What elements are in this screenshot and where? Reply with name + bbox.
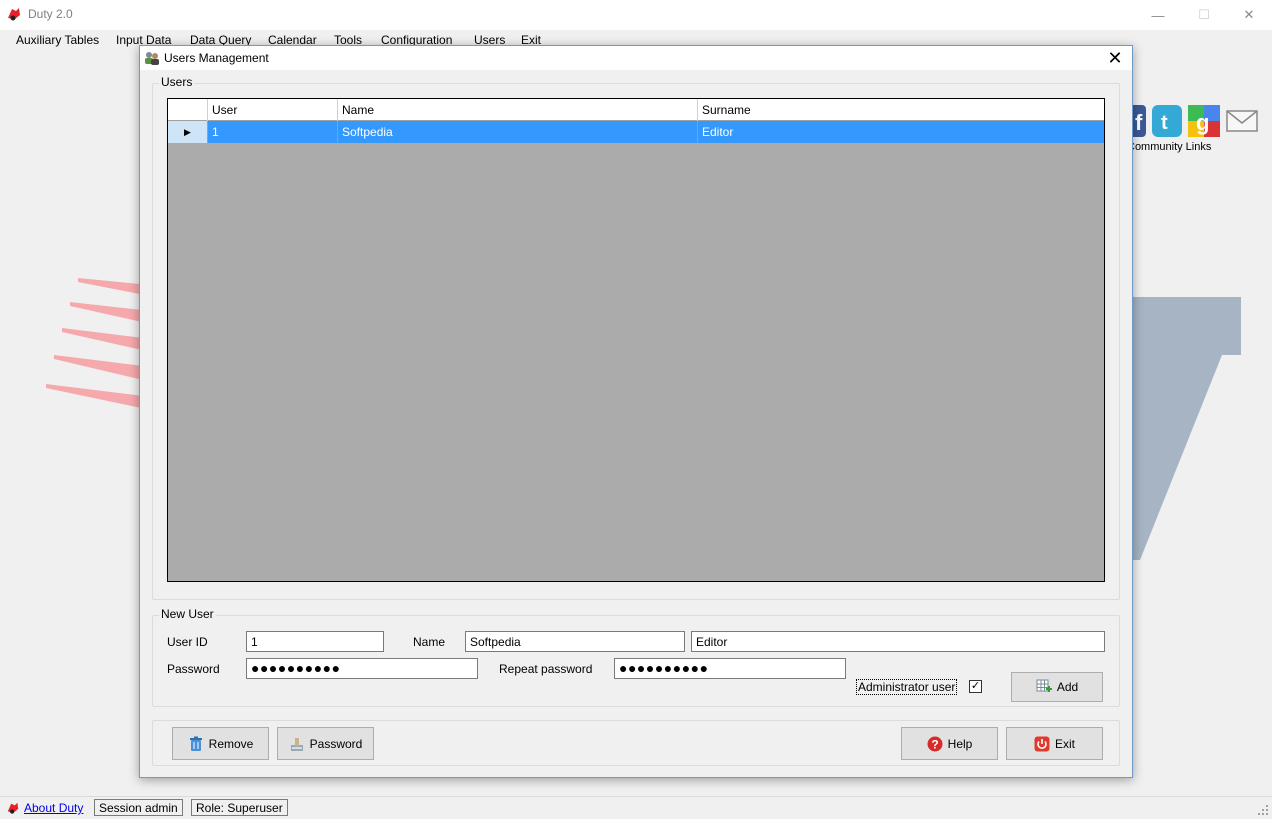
duty-app-icon bbox=[7, 802, 19, 814]
user-id-field[interactable] bbox=[246, 631, 384, 652]
row-selector[interactable]: ▶ bbox=[168, 121, 208, 143]
name-label: Name bbox=[413, 635, 446, 649]
add-grid-icon bbox=[1036, 679, 1052, 692]
window-title: Duty 2.0 bbox=[28, 7, 73, 21]
users-group-legend: Users bbox=[159, 75, 195, 89]
add-button[interactable]: Add bbox=[1011, 672, 1103, 702]
add-button-label: Add bbox=[1056, 680, 1079, 694]
mail-icon[interactable] bbox=[1226, 105, 1258, 137]
remove-button[interactable]: Remove bbox=[172, 727, 269, 760]
dialog-titlebar: Users Management ✕ bbox=[140, 46, 1132, 70]
password-key-icon bbox=[290, 737, 303, 751]
table-row[interactable]: ▶ 1 Softpedia Editor bbox=[168, 121, 1104, 143]
svg-text:?: ? bbox=[931, 737, 938, 751]
status-bar: About Duty Session admin Role: Superuser bbox=[0, 796, 1272, 819]
remove-button-label: Remove bbox=[208, 736, 254, 751]
community-links-label[interactable]: Community Links bbox=[1127, 141, 1211, 153]
close-window-button[interactable]: ✕ bbox=[1226, 0, 1272, 30]
minimize-button[interactable]: — bbox=[1135, 0, 1181, 30]
minimize-icon: — bbox=[1151, 7, 1165, 23]
google-icon[interactable]: g bbox=[1188, 105, 1220, 137]
main-window-titlebar: Duty 2.0 — ☐ ✕ bbox=[0, 0, 1272, 30]
resize-grip-icon[interactable] bbox=[1257, 804, 1269, 816]
grid-header: User Name Surname bbox=[168, 99, 1104, 121]
close-icon: ✕ bbox=[1243, 7, 1255, 22]
password-label: Password bbox=[167, 662, 220, 676]
dialog-close-button[interactable]: ✕ bbox=[1104, 47, 1126, 69]
exit-button[interactable]: Exit bbox=[1006, 727, 1103, 760]
close-icon: ✕ bbox=[1107, 48, 1123, 68]
help-icon: ? bbox=[927, 736, 943, 751]
power-icon bbox=[1034, 736, 1050, 751]
column-header-name[interactable]: Name bbox=[338, 99, 698, 121]
administrator-user-label[interactable]: Administrator user bbox=[856, 679, 958, 695]
help-button[interactable]: ? Help bbox=[901, 727, 998, 760]
surname-field[interactable] bbox=[691, 631, 1105, 652]
name-field[interactable] bbox=[465, 631, 685, 652]
role-status: Role: Superuser bbox=[191, 799, 288, 816]
password-field[interactable]: ●●●●●●●●●● bbox=[246, 658, 478, 679]
password-button[interactable]: Password bbox=[277, 727, 374, 760]
repeat-password-field[interactable]: ●●●●●●●●●● bbox=[614, 658, 846, 679]
grid-corner-cell bbox=[168, 99, 208, 121]
twitter-icon[interactable]: t bbox=[1152, 105, 1184, 137]
cell-surname[interactable]: Editor bbox=[698, 121, 1104, 143]
cell-name[interactable]: Softpedia bbox=[338, 121, 698, 143]
users-grid[interactable]: User Name Surname ▶ 1 Softpedia Editor bbox=[167, 98, 1105, 582]
users-icon bbox=[145, 52, 159, 65]
about-duty-link[interactable]: About Duty bbox=[24, 801, 83, 815]
maximize-icon: ☐ bbox=[1198, 7, 1210, 22]
menu-auxiliary-tables[interactable]: Auxiliary Tables bbox=[16, 33, 99, 47]
column-header-surname[interactable]: Surname bbox=[698, 99, 1104, 121]
help-button-label: Help bbox=[947, 736, 973, 751]
duty-app-icon bbox=[8, 8, 20, 21]
maximize-button[interactable]: ☐ bbox=[1181, 0, 1227, 30]
svg-text:f: f bbox=[1135, 110, 1143, 135]
password-button-label: Password bbox=[309, 736, 363, 751]
dialog-title: Users Management bbox=[164, 51, 269, 65]
repeat-password-label: Repeat password bbox=[499, 662, 593, 676]
administrator-user-checkbox[interactable]: ✓ bbox=[969, 680, 982, 693]
session-status: Session admin bbox=[94, 799, 183, 816]
column-header-user[interactable]: User bbox=[208, 99, 338, 121]
svg-text:g: g bbox=[1196, 110, 1209, 135]
user-id-label: User ID bbox=[167, 635, 208, 649]
cell-user[interactable]: 1 bbox=[208, 121, 338, 143]
trash-icon bbox=[189, 736, 202, 751]
current-row-arrow-icon: ▶ bbox=[184, 126, 191, 137]
exit-button-label: Exit bbox=[1054, 736, 1075, 751]
svg-text:t: t bbox=[1161, 112, 1168, 134]
new-user-group-legend: New User bbox=[159, 607, 216, 621]
users-management-dialog: Users Management ✕ Users User Name Surna… bbox=[139, 45, 1133, 778]
